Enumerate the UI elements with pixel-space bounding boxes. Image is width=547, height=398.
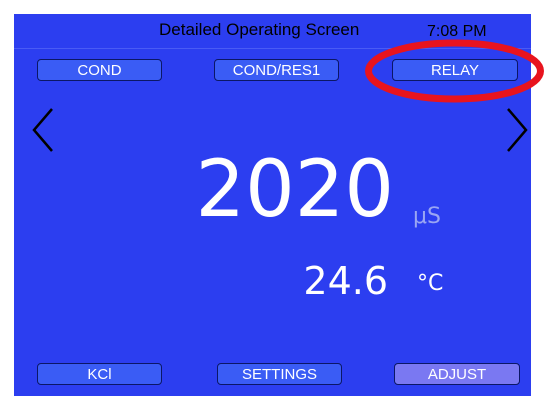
chevron-left-icon[interactable] — [30, 106, 56, 154]
conductivity-value: 2020 — [195, 145, 394, 235]
settings-button[interactable]: SETTINGS — [217, 363, 342, 385]
screen-title: Detailed Operating Screen — [159, 20, 360, 39]
cond-button[interactable]: COND — [37, 59, 162, 81]
title-bar: Detailed Operating Screen 7:08 PM — [14, 14, 531, 48]
temperature-value: 24.6 — [303, 259, 388, 303]
conductivity-unit: μS — [413, 204, 441, 229]
chevron-right-icon[interactable] — [504, 106, 530, 154]
clock: 7:08 PM — [427, 23, 487, 40]
temperature-unit: °C — [417, 271, 444, 296]
operating-screen: Detailed Operating Screen 7:08 PM COND C… — [14, 14, 531, 396]
kcl-button[interactable]: KCl — [37, 363, 162, 385]
adjust-button[interactable]: ADJUST — [394, 363, 520, 385]
cond-res1-button[interactable]: COND/RES1 — [214, 59, 339, 81]
relay-button[interactable]: RELAY — [392, 59, 518, 81]
title-divider — [14, 48, 531, 49]
